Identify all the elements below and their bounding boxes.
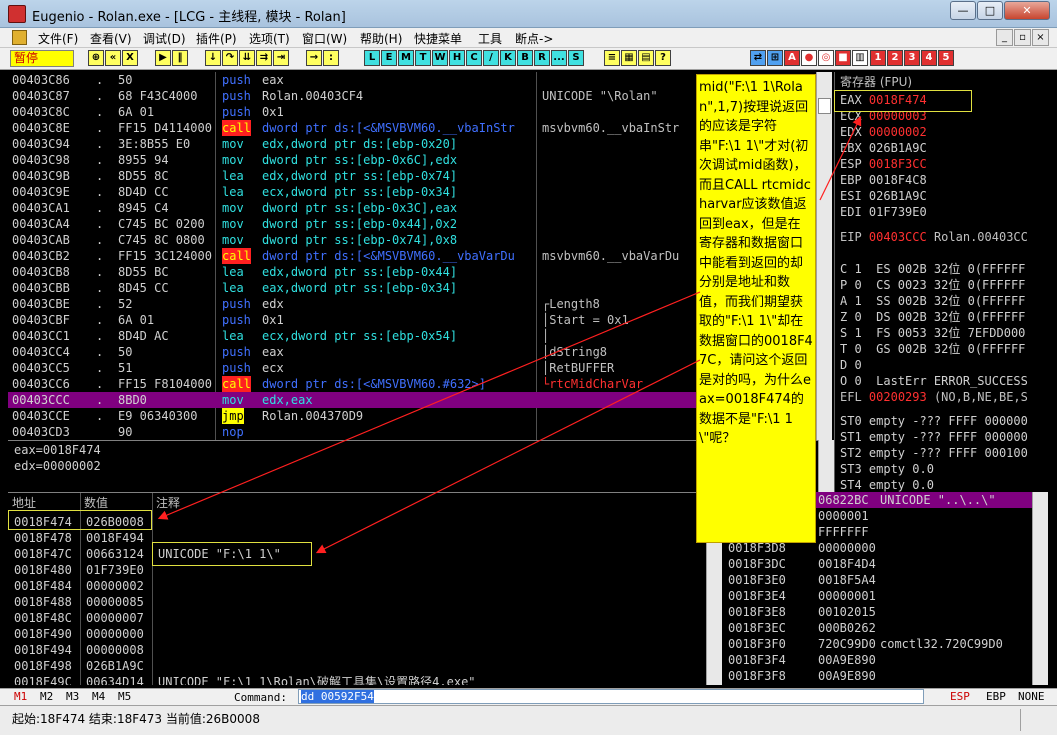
command-label: Command: (234, 691, 287, 704)
esp-toggle[interactable]: ESP (950, 690, 970, 703)
command-bar: M1 M2 M3 M4 M5 Command: dd 00592F54 ESP … (0, 688, 1057, 705)
command-input[interactable]: dd 00592F54 (298, 689, 924, 704)
tab-m1[interactable]: M1 (14, 690, 27, 703)
none-toggle[interactable]: NONE (1018, 690, 1045, 703)
tab-m2[interactable]: M2 (40, 690, 53, 703)
ebp-toggle[interactable]: EBP (986, 690, 1006, 703)
tab-m3[interactable]: M3 (66, 690, 79, 703)
status-grip (1020, 709, 1050, 731)
status-text: 起始:18F474 结束:18F473 当前值:26B0008 (12, 712, 260, 726)
annotation-arrows (157, 115, 862, 554)
command-value: dd 00592F54 (301, 690, 374, 703)
tab-m5[interactable]: M5 (118, 690, 131, 703)
arrow-to-comment (315, 359, 701, 554)
tab-m4[interactable]: M4 (92, 690, 105, 703)
status-bar: 起始:18F474 结束:18F473 当前值:26B0008 (0, 705, 1057, 735)
arrow-to-eax (819, 115, 862, 201)
arrow-to-dump (157, 291, 701, 520)
